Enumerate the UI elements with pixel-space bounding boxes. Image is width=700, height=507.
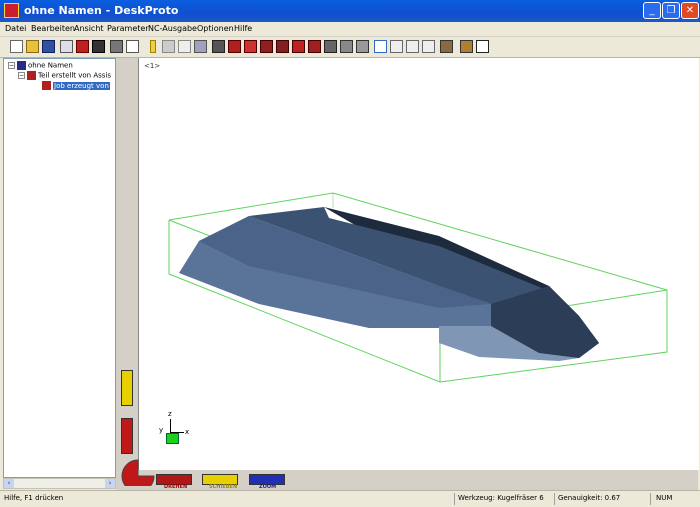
tree-horizontal-scrollbar[interactable]: ‹ › <box>3 478 116 489</box>
zoom-window-icon[interactable] <box>422 40 435 53</box>
mode-bar: DREHEN SCHIEBEN ZOOM <box>116 459 698 490</box>
nc-output-icon[interactable] <box>92 40 105 53</box>
axis-triad: z y x <box>159 410 193 446</box>
close-button[interactable]: ✕ <box>681 2 699 19</box>
toolpath-icon[interactable] <box>76 40 89 53</box>
collapse-icon[interactable]: − <box>18 72 25 79</box>
menu-optionen[interactable]: Optionen <box>197 24 234 33</box>
minimize-button[interactable]: _ <box>643 2 661 19</box>
pan-slider-icon[interactable] <box>121 370 133 406</box>
print-icon[interactable] <box>110 40 123 53</box>
collapse-icon[interactable]: − <box>8 62 15 69</box>
layers-icon[interactable] <box>194 40 207 53</box>
tree-item-root[interactable]: − ohne Namen <box>8 61 73 70</box>
rotate-dial-icon[interactable] <box>120 458 156 486</box>
boat-model <box>179 207 599 361</box>
menu-bar: Datei Bearbeiten Ansicht Parameter NC-Au… <box>0 22 700 37</box>
job-icon <box>42 81 51 90</box>
menu-nc-ausgabe[interactable]: NC-Ausgabe <box>148 24 197 33</box>
3d-viewport[interactable]: <1> z y x <box>138 58 699 470</box>
pan-mode-icon[interactable] <box>390 40 403 53</box>
status-accuracy: Genauigkeit: 0.67 <box>558 494 621 502</box>
open-folder-icon[interactable] <box>26 40 39 53</box>
rotate-mode-icon[interactable] <box>374 40 387 53</box>
user-icon[interactable] <box>440 40 453 53</box>
help-cursor-icon[interactable] <box>476 40 489 53</box>
shaded-icon[interactable] <box>356 40 369 53</box>
status-help: Hilfe, F1 drücken <box>4 494 64 502</box>
status-tool: Werkzeug: Kugelfräser 6 <box>458 494 544 502</box>
menu-parameter[interactable]: Parameter <box>107 24 149 33</box>
zoom-mode-icon[interactable] <box>406 40 419 53</box>
view-slider-panel <box>116 58 138 488</box>
import-icon[interactable] <box>60 40 73 53</box>
view-iso-icon[interactable] <box>308 40 321 53</box>
origin-cube-icon <box>166 433 179 444</box>
view-bottom-icon[interactable] <box>292 40 305 53</box>
part-icon <box>27 71 36 80</box>
grid-icon[interactable] <box>178 40 191 53</box>
tree-item-root-label: ohne Namen <box>28 61 73 70</box>
project-icon <box>17 61 26 70</box>
menu-bearbeiten[interactable]: Bearbeiten <box>31 24 75 33</box>
menu-ansicht[interactable]: Ansicht <box>74 24 104 33</box>
model-view <box>168 192 668 383</box>
view-side-icon[interactable] <box>260 40 273 53</box>
z-axis-line <box>170 419 171 433</box>
save-icon[interactable] <box>42 40 55 53</box>
menu-datei[interactable]: Datei <box>5 24 26 33</box>
print-preview-icon[interactable] <box>126 40 139 53</box>
wireframe-icon[interactable] <box>340 40 353 53</box>
axis-y-label: y <box>159 426 164 434</box>
view-front-icon[interactable] <box>228 40 241 53</box>
menu-hilfe[interactable]: Hilfe <box>234 24 252 33</box>
status-separator <box>554 493 555 505</box>
rotate-view-icon[interactable] <box>324 40 337 53</box>
scroll-left-icon[interactable]: ‹ <box>4 479 14 488</box>
axis-x-label: x <box>185 428 190 436</box>
maximize-button[interactable]: ❐ <box>662 2 680 19</box>
status-bar: Hilfe, F1 drücken Werkzeug: Kugelfräser … <box>0 490 700 507</box>
view-back-icon[interactable] <box>276 40 289 53</box>
show-icon[interactable] <box>212 40 225 53</box>
tree-item-job-label: Job erzeugt von <box>53 81 110 90</box>
title-bar: ohne Namen - DeskProto _ ❐ ✕ <box>0 0 700 22</box>
new-file-icon[interactable] <box>10 40 23 53</box>
select-icon[interactable] <box>162 40 175 53</box>
status-separator <box>650 493 651 505</box>
project-tree: − ohne Namen − Teil erstellt von Assis Job… <box>3 58 116 478</box>
status-num: NUM <box>656 494 673 502</box>
tree-item-part[interactable]: − Teil erstellt von Assis <box>18 71 111 80</box>
about-icon[interactable] <box>460 40 473 53</box>
scroll-right-icon[interactable]: › <box>105 479 115 488</box>
window-title: ohne Namen - DeskProto <box>24 4 179 17</box>
tree-item-job[interactable]: Job erzeugt von <box>42 81 110 90</box>
view-top-icon[interactable] <box>244 40 257 53</box>
info-icon[interactable] <box>150 40 156 53</box>
axis-z-label: z <box>168 410 172 418</box>
toolbar <box>0 37 700 58</box>
tree-item-part-label: Teil erstellt von Assis <box>38 71 112 80</box>
deskproto-app-icon[interactable] <box>4 3 19 18</box>
status-separator <box>454 493 455 505</box>
rotate-slider-icon[interactable] <box>121 418 133 454</box>
